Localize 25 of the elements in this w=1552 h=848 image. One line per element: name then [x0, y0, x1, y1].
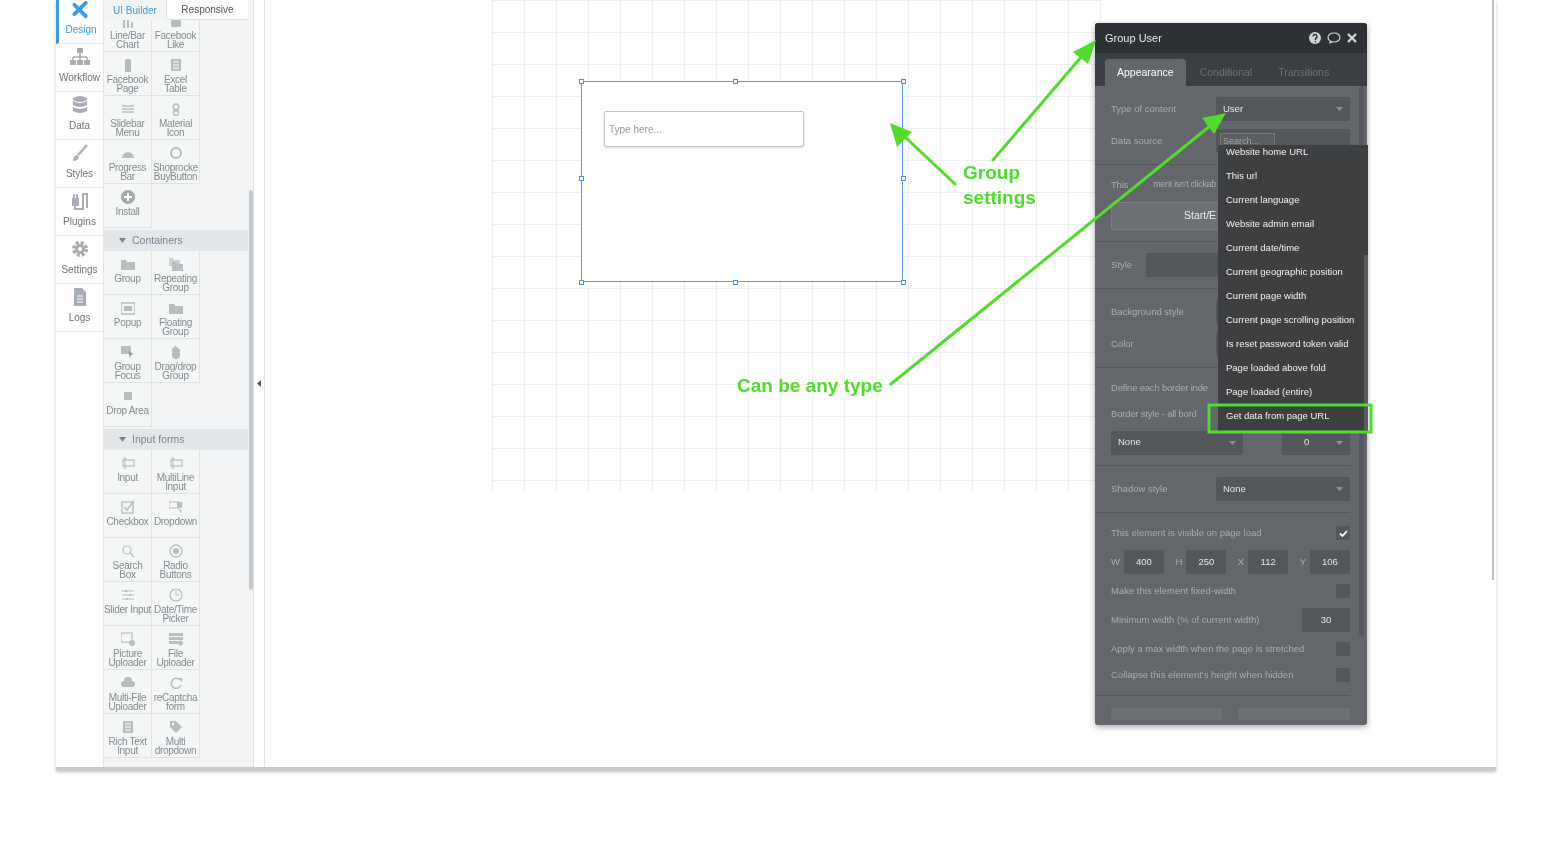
checkbox-label: Make this element fixed-width — [1111, 583, 1237, 598]
field-label: Minimum width (% of current width) — [1111, 612, 1260, 627]
field-label: Style — [1111, 257, 1133, 272]
field-label: Color — [1111, 336, 1134, 351]
field-label: W — [1111, 554, 1120, 569]
field-value: None — [1118, 435, 1142, 450]
info-text: Define each border inde — [1111, 380, 1208, 395]
checkbox-label: This element is visible on page load — [1111, 525, 1262, 540]
info-text: This — [1111, 177, 1129, 192]
info-text: Border style - all bord — [1111, 406, 1197, 421]
field-value: 0 — [1304, 435, 1311, 450]
field-label: Shadow style — [1111, 481, 1168, 496]
annotation-label: Group settings — [963, 161, 1037, 210]
field-label: Type of content — [1111, 101, 1176, 116]
field-label: X — [1237, 554, 1245, 569]
panel-title: Group User — [1105, 30, 1162, 46]
annotation-label: Can be any type — [737, 374, 884, 398]
field-label: Background style — [1111, 304, 1184, 319]
info-text: ment isn't clickab — [1153, 178, 1216, 192]
checkbox-label: Collapse this element's height when hidden — [1111, 667, 1294, 682]
field-label: Y — [1299, 554, 1306, 569]
checkbox-label: Apply a max width when the page is stretched — [1111, 641, 1305, 656]
field-label: Data source — [1111, 133, 1163, 148]
field-value: User — [1223, 101, 1245, 116]
field-value: None — [1223, 481, 1247, 496]
